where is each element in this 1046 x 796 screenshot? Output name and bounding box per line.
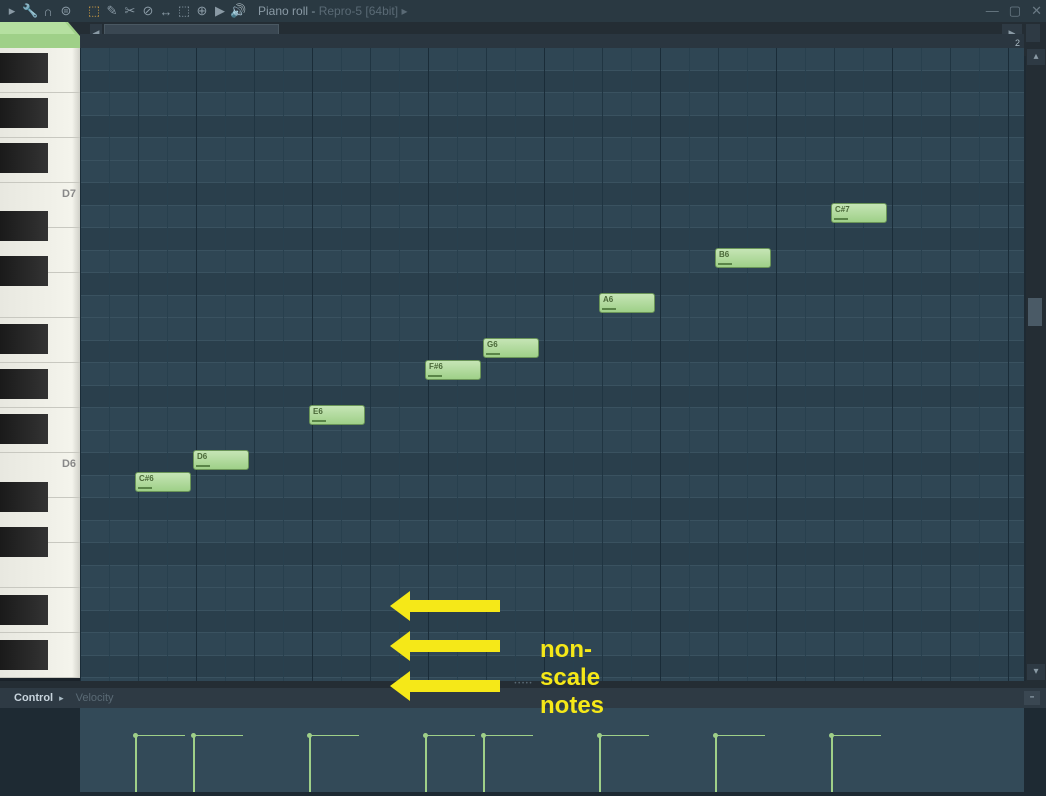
control-label[interactable]: Control (14, 692, 53, 704)
vertical-scrollbar: ▴ ▾ (1026, 48, 1046, 681)
key-label-d7: D7 (62, 188, 76, 200)
velocity-bar[interactable] (193, 736, 195, 792)
velocity-bar[interactable] (135, 736, 137, 792)
window-controls: — ▢ ✕ (986, 3, 1042, 19)
piano-keyboard[interactable]: D7 D6 (0, 48, 80, 681)
timeline[interactable]: 2 (80, 34, 1024, 48)
close-icon[interactable]: ✕ (1031, 3, 1042, 19)
velocity-bar[interactable] (715, 736, 717, 792)
cut-tool-icon[interactable]: ✂ (122, 3, 138, 19)
note-A6[interactable]: A6 (599, 293, 655, 313)
window-title: Piano roll - Repro-5 [64bit] ▸ (258, 4, 407, 18)
overview-menu-icon[interactable] (1026, 24, 1040, 42)
note-F#6[interactable]: F#6 (425, 360, 481, 380)
bar-number: 2 (1015, 38, 1020, 48)
control-arrow-icon[interactable]: ▸ (59, 693, 64, 704)
title-prefix: Piano roll - (258, 4, 319, 18)
slip-tool-icon[interactable]: ↔ (158, 4, 174, 19)
velocity-bar[interactable] (425, 736, 427, 792)
paint-tool-icon[interactable]: ✎ (104, 3, 120, 19)
minimize-icon[interactable]: — (986, 3, 999, 19)
draw-tool-icon[interactable]: ⬚ (86, 3, 102, 19)
scroll-up-icon[interactable]: ▴ (1027, 49, 1045, 65)
title-arrow: ▸ (401, 4, 407, 18)
note-E6[interactable]: E6 (309, 405, 365, 425)
note-C#7[interactable]: C#7 (831, 203, 887, 223)
velocity-area[interactable] (80, 708, 1024, 792)
zoom-tool-icon[interactable]: ⊕ (194, 3, 210, 19)
mute-tool-icon[interactable]: ⊘ (140, 3, 156, 19)
wrench-icon[interactable]: 🔧 (22, 3, 38, 19)
scroll-down-icon[interactable]: ▾ (1027, 664, 1045, 680)
note-B6[interactable]: B6 (715, 248, 771, 268)
title-instrument: Repro-5 [64bit] (319, 4, 398, 18)
velocity-bar[interactable] (599, 736, 601, 792)
magnet-icon[interactable]: ∩ (40, 4, 56, 19)
note-D6[interactable]: D6 (193, 450, 249, 470)
title-bar: ▸ 🔧 ∩ ⊜ ⬚ ✎ ✂ ⊘ ↔ ⬚ ⊕ ▶ 🔊 Piano roll - R… (0, 0, 1046, 22)
scroll-thumb[interactable] (1028, 298, 1042, 326)
velocity-bar[interactable] (309, 736, 311, 792)
main-area: D7 D6 C#6D6E6F#6G6A6B6C#7 (0, 48, 1046, 681)
stamp-icon[interactable]: ⊜ (58, 3, 74, 19)
toolbar-icons: ▸ 🔧 ∩ ⊜ ⬚ ✎ ✂ ⊘ ↔ ⬚ ⊕ ▶ 🔊 (4, 3, 246, 19)
maximize-icon[interactable]: ▢ (1009, 3, 1021, 19)
menu-arrow-icon[interactable]: ▸ (4, 3, 20, 19)
key-label-d6: D6 (62, 458, 76, 470)
control-strip: Control ▸ Velocity - (0, 688, 1046, 708)
note-G6[interactable]: G6 (483, 338, 539, 358)
select-tool-icon[interactable]: ⬚ (176, 3, 192, 19)
control-collapse-icon[interactable]: - (1024, 691, 1040, 705)
speaker-icon[interactable]: 🔊 (230, 3, 246, 19)
velocity-bar[interactable] (483, 736, 485, 792)
note-grid[interactable]: C#6D6 E6 F#6G6 A6 B6 C#7 (80, 48, 1024, 681)
splitter[interactable]: • • • • • (0, 681, 1046, 688)
velocity-bar[interactable] (831, 736, 833, 792)
note-C#6[interactable]: C#6 (135, 472, 191, 492)
velocity-label: Velocity (76, 692, 114, 704)
play-tool-icon[interactable]: ▶ (212, 3, 228, 19)
